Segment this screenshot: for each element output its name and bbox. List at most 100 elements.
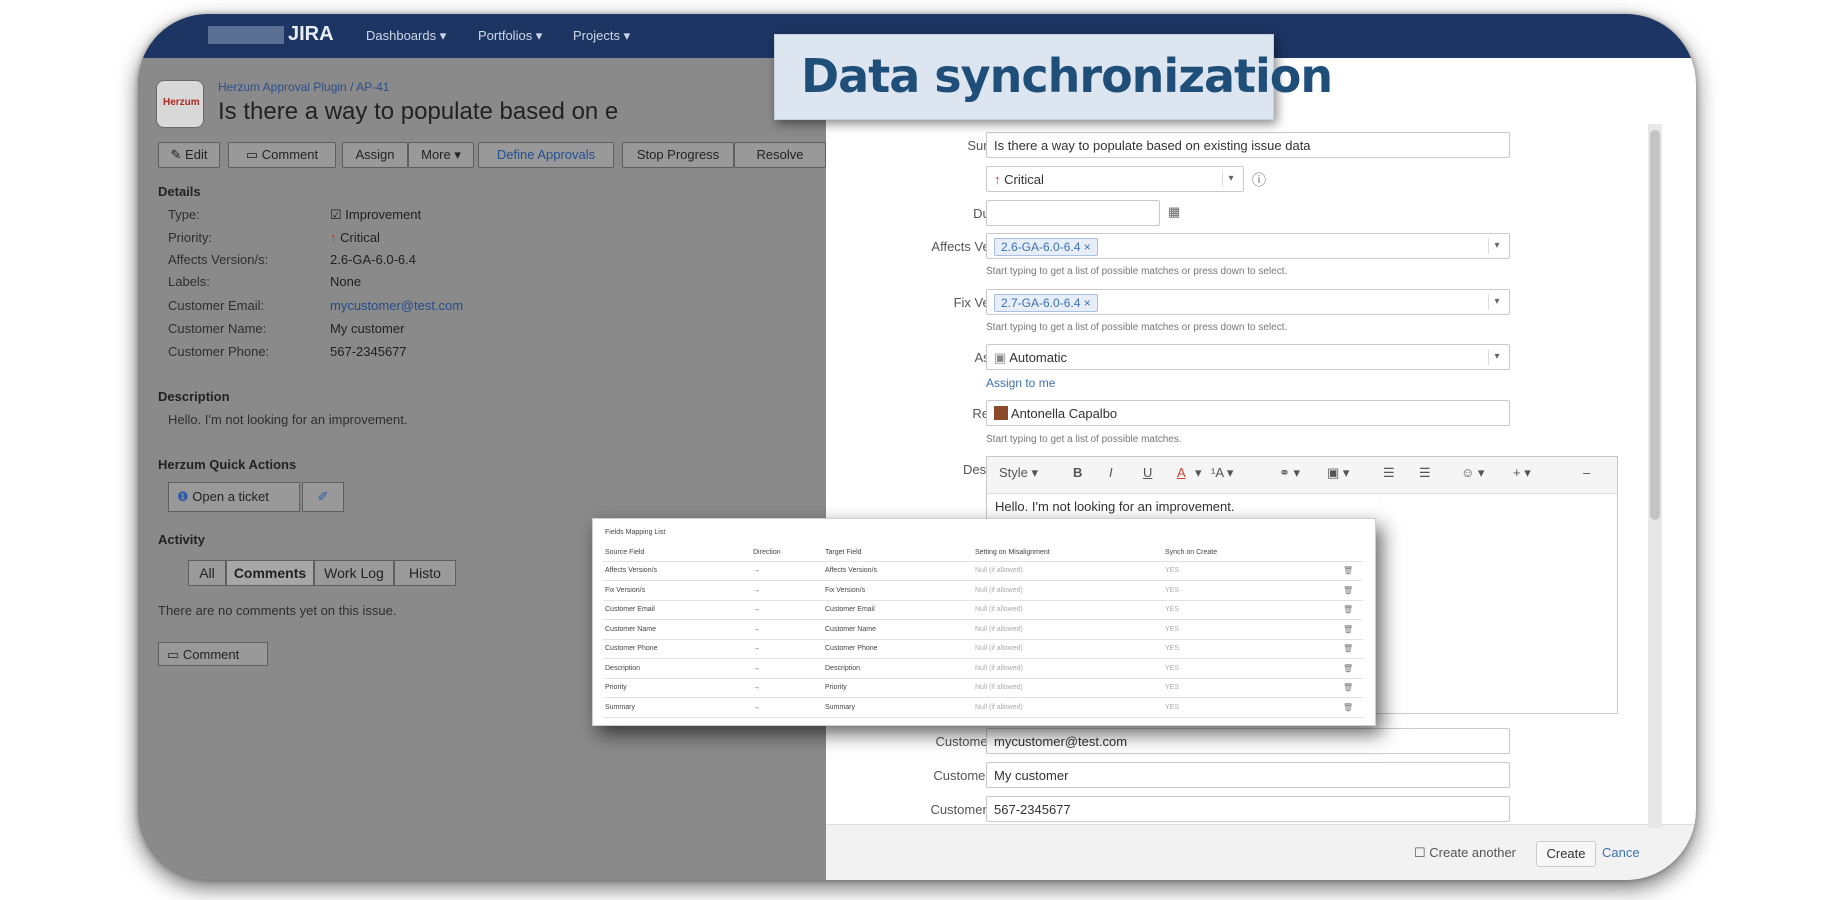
description-editor-text[interactable]: Hello. I'm not looking for an improvemen…: [995, 499, 1234, 514]
chevron-down-icon[interactable]: ▾: [1488, 238, 1505, 254]
detail-value-affects: 2.6-GA-6.0-6.4: [330, 252, 416, 267]
customer-name-input[interactable]: My customer: [986, 762, 1510, 788]
nav-dashboards[interactable]: Dashboards ▾: [366, 28, 446, 44]
open-ticket-button[interactable]: ❶ Open a ticket: [168, 482, 300, 512]
tab-comments[interactable]: Comments: [226, 560, 314, 586]
assign-to-me-link[interactable]: Assign to me: [986, 376, 1055, 390]
trash-icon[interactable]: 🗑: [1343, 703, 1353, 712]
detail-value-email[interactable]: mycustomer@test.com: [330, 298, 463, 313]
italic-button[interactable]: I: [1109, 465, 1113, 480]
link-action-button[interactable]: ✐: [302, 482, 344, 512]
nav-portfolios[interactable]: Portfolios ▾: [478, 28, 542, 44]
tab-all[interactable]: All: [188, 560, 226, 586]
trash-icon[interactable]: 🗑: [1343, 664, 1353, 673]
nav-projects[interactable]: Projects ▾: [573, 28, 630, 44]
style-dropdown[interactable]: Style ▾: [999, 465, 1038, 481]
detail-label-labels: Labels:: [168, 274, 210, 289]
ticket-icon: ❶: [177, 489, 189, 504]
emoticon-button[interactable]: ☺ ▾: [1461, 465, 1484, 481]
jira-logo[interactable]: JIRA: [288, 23, 334, 46]
help-icon[interactable]: ⓘ: [1252, 170, 1266, 190]
create-another-checkbox[interactable]: ☐ Create another: [1414, 845, 1516, 861]
trash-icon[interactable]: 🗑: [1343, 586, 1353, 595]
insert-more-button[interactable]: + ▾: [1513, 465, 1531, 481]
text-size-button[interactable]: ¹A ▾: [1211, 465, 1233, 481]
detail-value-phone: 567-2345677: [330, 344, 407, 359]
issue-title: Is there a way to populate based on e: [218, 98, 619, 125]
text-color-dropdown[interactable]: ▾: [1195, 465, 1202, 481]
edit-button[interactable]: ✎ Edit: [158, 142, 220, 168]
mapping-cell: →: [753, 645, 760, 652]
add-comment-button[interactable]: ▭ Comment: [158, 642, 268, 666]
mapping-cell: →: [753, 606, 760, 613]
customer-phone-input[interactable]: 567-2345677: [986, 796, 1510, 822]
trash-icon[interactable]: 🗑: [1343, 625, 1353, 634]
stop-progress-button[interactable]: Stop Progress: [622, 142, 734, 168]
mapping-cell: YES: [1165, 606, 1180, 613]
activity-heading: Activity: [158, 532, 205, 547]
row-divider: [603, 716, 1363, 718]
affects-version-picker[interactable]: 2.6-GA-6.0-6.4 × ▾: [986, 233, 1510, 259]
chevron-down-icon[interactable]: ▾: [1488, 294, 1505, 310]
mapping-cell: →: [753, 567, 760, 574]
user-icon: ▣: [994, 350, 1010, 365]
version-lozenge[interactable]: 2.7-GA-6.0-6.4 ×: [994, 294, 1098, 312]
cancel-link[interactable]: Cance: [1602, 845, 1640, 860]
mapping-cell: YES: [1165, 586, 1180, 594]
description-heading: Description: [158, 389, 230, 404]
resolve-button[interactable]: Resolve: [734, 142, 826, 168]
detail-label-type: Type:: [168, 207, 200, 222]
screenshot-frame: JIRA Dashboards ▾ Portfolios ▾ Projects …: [138, 14, 1696, 880]
bold-button[interactable]: B: [1073, 465, 1082, 480]
detail-value-labels: None: [330, 274, 362, 289]
dialog-footer: ☐ Create another Create Cance: [826, 824, 1696, 880]
assignee-picker[interactable]: ▣ Automatic ▾: [986, 344, 1510, 370]
assign-button[interactable]: Assign: [342, 142, 408, 168]
more-button[interactable]: More ▾: [408, 142, 474, 168]
header-setting: Setting on Misalignment: [975, 549, 1050, 556]
due-date-input[interactable]: [986, 200, 1160, 226]
chevron-down-icon[interactable]: ▾: [1488, 349, 1505, 365]
trash-icon[interactable]: 🗑: [1343, 566, 1353, 575]
detail-label-priority: Priority:: [168, 230, 213, 245]
fix-version-picker[interactable]: 2.7-GA-6.0-6.4 × ▾: [986, 289, 1510, 315]
no-comments-text: There are no comments yet on this issue.: [158, 603, 397, 618]
mapping-cell: →: [753, 684, 760, 691]
mapping-cell: Null (if allowed): [975, 703, 1023, 711]
collapse-toolbar-button[interactable]: –: [1583, 465, 1590, 480]
scrollbar-thumb[interactable]: [1650, 130, 1660, 520]
description-text: Hello. I'm not looking for an improvemen…: [168, 412, 408, 427]
link-button[interactable]: ⚭ ▾: [1279, 465, 1300, 481]
underline-button[interactable]: U: [1143, 465, 1152, 480]
calendar-icon[interactable]: ▦: [1168, 204, 1180, 220]
header-synch-on-create: Synch on Create: [1165, 549, 1218, 556]
reporter-hint: Start typing to get a list of possible m…: [986, 434, 1182, 445]
define-approvals-button[interactable]: Define Approvals: [478, 142, 614, 168]
comment-button[interactable]: ▭ Comment: [228, 142, 336, 168]
project-avatar: Herzum: [156, 80, 204, 128]
customer-email-input[interactable]: mycustomer@test.com: [986, 728, 1510, 754]
priority-select[interactable]: ↑ Critical ▾: [986, 166, 1244, 192]
image-button[interactable]: ▣ ▾: [1327, 465, 1349, 481]
trash-icon[interactable]: 🗑: [1343, 683, 1353, 692]
mapping-cell: Description: [605, 664, 641, 672]
create-button[interactable]: Create: [1536, 841, 1596, 867]
chevron-down-icon[interactable]: ▾: [1222, 171, 1239, 187]
dialog-scrollbar[interactable]: [1648, 124, 1662, 828]
breadcrumb[interactable]: Herzum Approval Plugin / AP-41: [218, 80, 389, 94]
trash-icon[interactable]: 🗑: [1343, 644, 1353, 653]
mapping-cell: Fix Version/s: [825, 586, 866, 594]
numbered-list-button[interactable]: ☰: [1419, 465, 1431, 481]
tab-history[interactable]: Histo: [394, 560, 456, 586]
trash-icon[interactable]: 🗑: [1343, 605, 1353, 614]
bullet-list-button[interactable]: ☰: [1383, 465, 1395, 481]
reporter-picker[interactable]: Antonella Capalbo: [986, 400, 1510, 426]
mapping-cell: Customer Email: [605, 606, 655, 613]
version-lozenge[interactable]: 2.6-GA-6.0-6.4 ×: [994, 238, 1098, 256]
affects-version-hint: Start typing to get a list of possible m…: [986, 266, 1288, 277]
row-divider: [603, 677, 1363, 679]
tab-work-log[interactable]: Work Log: [314, 560, 394, 586]
text-color-button[interactable]: A: [1177, 465, 1186, 480]
summary-input[interactable]: Is there a way to populate based on exis…: [986, 132, 1510, 158]
slide-title-banner: Data synchronization: [774, 34, 1333, 120]
